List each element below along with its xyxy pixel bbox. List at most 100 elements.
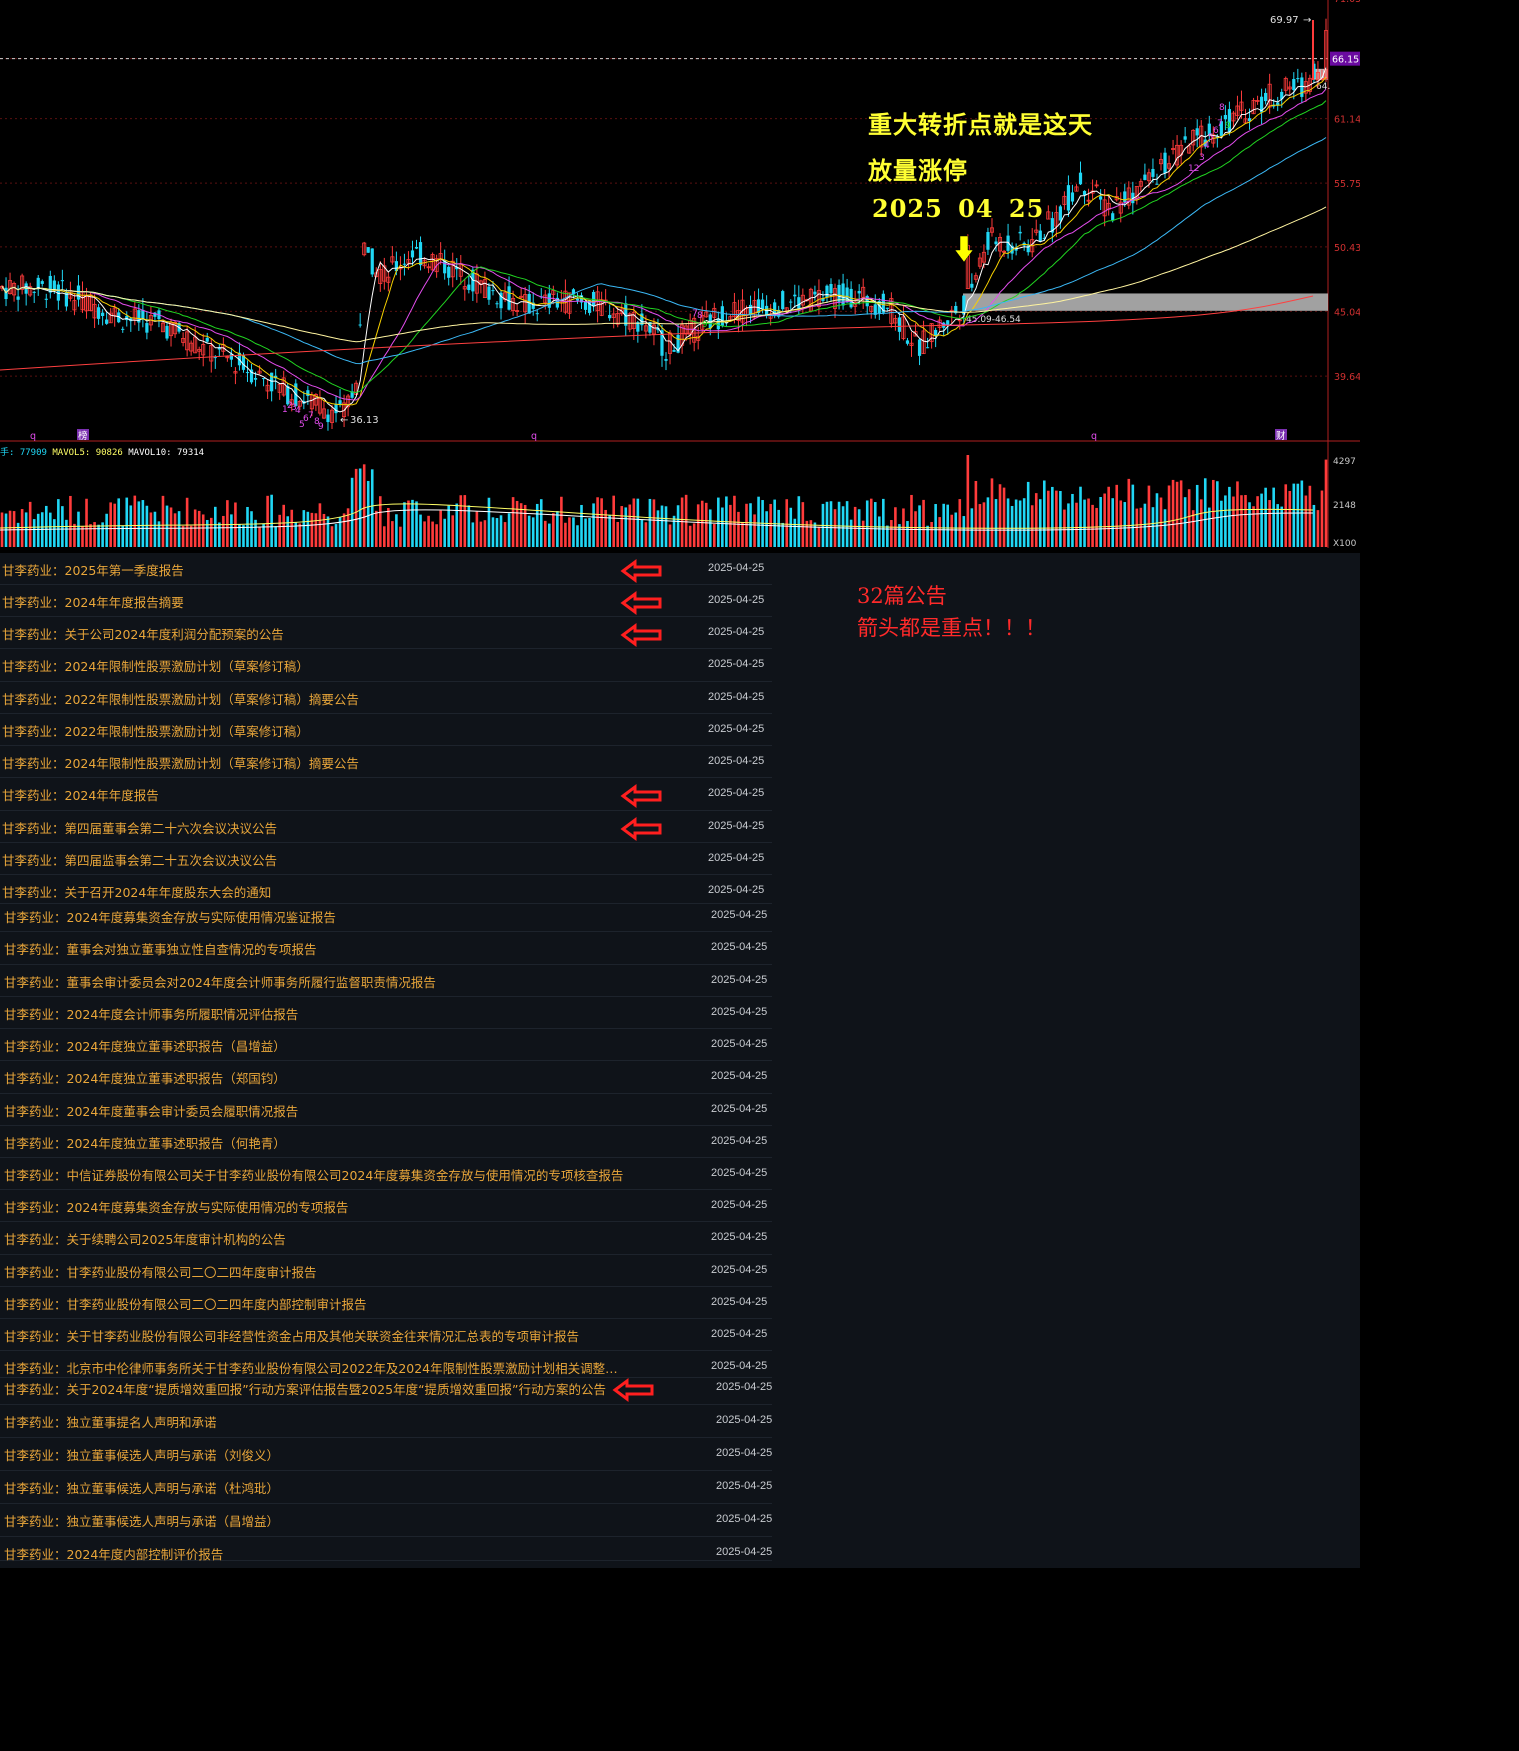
volume-bar <box>1228 486 1231 547</box>
volume-bar <box>1119 500 1123 547</box>
announcement-title[interactable]: 甘李药业：董事会对独立董事独立性自查情况的专项报告 <box>4 939 317 958</box>
announcement-title[interactable]: 甘李药业：2024年年度报告摘要 <box>2 592 184 611</box>
sequence-digit: 9 <box>318 422 324 432</box>
announcement-title[interactable]: 甘李药业：关于续聘公司2025年度审计机构的公告 <box>4 1229 286 1248</box>
announcement-row[interactable]: 甘李药业：2024年度独立董事述职报告（何艳青） 2025-04-25 <box>0 1126 772 1158</box>
announcement-title[interactable]: 甘李药业：第四届董事会第二十六次会议决议公告 <box>2 818 277 837</box>
volume-bar <box>302 510 306 547</box>
announcement-title[interactable]: 甘李药业：独立董事候选人声明与承诺（昌增益） <box>4 1511 279 1530</box>
volume-bar <box>415 501 418 547</box>
announcement-title[interactable]: 甘李药业：关于甘李药业股份有限公司非经营性资金占用及其他关联资金往来情况汇总表的… <box>4 1326 579 1345</box>
announcement-row[interactable]: 甘李药业：2022年限制性股票激励计划（草案修订稿）摘要公告 2025-04-25 <box>0 682 772 714</box>
candle-down <box>789 301 793 303</box>
volume-bar <box>906 521 909 547</box>
announcement-title[interactable]: 甘李药业：2024年限制性股票激励计划（草案修订稿） <box>2 656 309 675</box>
announcement-row[interactable]: 甘李药业：独立董事候选人声明与承诺（杜鸿玭） 2025-04-25 <box>0 1471 772 1504</box>
announcement-row[interactable]: 甘李药业：第四届董事会第二十六次会议决议公告 2025-04-25 <box>0 811 772 843</box>
stock-chart[interactable]: 61.14 55.75 50.43 45.04 39.64 66.15 71.05 45.09… <box>0 0 1360 548</box>
announcement-title[interactable]: 甘李药业：2024年度募集资金存放与实际使用情况的专项报告 <box>4 1197 348 1216</box>
volume-bar <box>652 499 656 547</box>
announcement-title[interactable]: 甘李药业：独立董事候选人声明与承诺（杜鸿玭） <box>4 1478 279 1497</box>
announcement-title[interactable]: 甘李药业：甘李药业股份有限公司二〇二四年度内部控制审计报告 <box>4 1294 367 1313</box>
announcement-row[interactable]: 甘李药业：2024年度会计师事务所履职情况评估报告 2025-04-25 <box>0 997 772 1029</box>
announcement-title[interactable]: 甘李药业：2022年限制性股票激励计划（草案修订稿） <box>2 721 309 740</box>
announcement-date: 2025-04-25 <box>716 1447 773 1459</box>
volume-bar <box>318 503 322 547</box>
volume-bar <box>354 468 358 547</box>
announcement-row[interactable]: 甘李药业：关于召开2024年年度股东大会的通知 2025-04-25 <box>0 875 772 904</box>
volume-bar <box>89 524 92 547</box>
candle-down <box>793 294 797 297</box>
candle-down <box>591 291 596 306</box>
volume-bar <box>745 503 748 547</box>
announcement-row[interactable]: 甘李药业：2024年度独立董事述职报告（昌增益） 2025-04-25 <box>0 1029 772 1061</box>
announcement-title[interactable]: 甘李药业：2024年度董事会审计委员会履职情况报告 <box>4 1101 298 1120</box>
announcement-row[interactable]: 甘李药业：2024年度募集资金存放与实际使用情况的专项报告 2025-04-25 <box>0 1190 772 1222</box>
announcement-row[interactable]: 甘李药业：2025年第一季度报告 2025-04-25 <box>0 553 772 585</box>
announcement-title[interactable]: 甘李药业：关于2024年度“提质增效重回报”行动方案评估报告暨2025年度“提质… <box>4 1379 606 1398</box>
announcement-row[interactable]: 甘李药业：2024年度内部控制评价报告 2025-04-25 <box>0 1537 772 1563</box>
announcement-title[interactable]: 甘李药业：2022年限制性股票激励计划（草案修订稿）摘要公告 <box>2 689 359 708</box>
candle-down <box>905 340 910 344</box>
volume-bar <box>958 499 962 547</box>
announcement-row[interactable]: 甘李药业：2024年度募集资金存放与实际使用情况鉴证报告 2025-04-25 <box>0 904 772 932</box>
volume-bar <box>28 501 32 547</box>
announcement-title[interactable]: 甘李药业：2024年度募集资金存放与实际使用情况鉴证报告 <box>4 907 336 926</box>
announcement-title[interactable]: 甘李药业：独立董事提名人声明和承诺 <box>4 1412 217 1431</box>
announcement-title[interactable]: 甘李药业：关于公司2024年度利润分配预案的公告 <box>2 624 284 643</box>
announcement-title[interactable]: 甘李药业：2024年度内部控制评价报告 <box>4 1544 223 1563</box>
announcement-row[interactable]: 甘李药业：独立董事候选人声明与承诺（刘俊义） 2025-04-25 <box>0 1438 772 1471</box>
announcement-row[interactable]: 甘李药业：2024年年度报告 2025-04-25 <box>0 778 772 811</box>
volume-bar <box>73 523 76 547</box>
announcement-title[interactable]: 甘李药业：2024年度会计师事务所履职情况评估报告 <box>4 1004 298 1023</box>
announcement-row[interactable]: 甘李药业：董事会审计委员会对2024年度会计师事务所履行监督职责情况报告 2025… <box>0 965 772 997</box>
announcement-row[interactable]: 甘李药业：中信证券股份有限公司关于甘李药业股份有限公司2024年度募集资金存放与… <box>0 1158 772 1190</box>
candle-down <box>1066 185 1071 211</box>
announcement-row[interactable]: 甘李药业：关于2024年度“提质增效重回报”行动方案评估报告暨2025年度“提质… <box>0 1378 772 1405</box>
announcement-title[interactable]: 甘李药业：第四届监事会第二十五次会议决议公告 <box>2 850 277 869</box>
announcement-row[interactable]: 甘李药业：董事会对独立董事独立性自查情况的专项报告 2025-04-25 <box>0 932 772 965</box>
announcement-row[interactable]: 甘李药业：甘李药业股份有限公司二〇二四年度审计报告 2025-04-25 <box>0 1255 772 1287</box>
announcement-title[interactable]: 甘李药业：2024年限制性股票激励计划（草案修订稿）摘要公告 <box>2 753 359 772</box>
announcement-row[interactable]: 甘李药业：关于续聘公司2025年度审计机构的公告 2025-04-25 <box>0 1222 772 1255</box>
announcement-row[interactable]: 甘李药业：独立董事候选人声明与承诺（昌增益） 2025-04-25 <box>0 1504 772 1537</box>
announcement-title[interactable]: 甘李药业：独立董事候选人声明与承诺（刘俊义） <box>4 1445 279 1464</box>
volume-bar <box>298 523 302 547</box>
volume-tick-label: X100 <box>1333 539 1357 548</box>
announcement-row[interactable]: 甘李药业：2024年年度报告摘要 2025-04-25 <box>0 585 772 617</box>
announcement-title[interactable]: 甘李药业：中信证券股份有限公司关于甘李药业股份有限公司2024年度募集资金存放与… <box>4 1165 623 1184</box>
announcement-title[interactable]: 甘李药业：2024年度独立董事述职报告（郑国钧） <box>4 1068 286 1087</box>
volume-bar <box>640 519 644 547</box>
volume-bar <box>463 495 467 547</box>
announcement-row[interactable]: 甘李药业：2024年限制性股票激励计划（草案修订稿） 2025-04-25 <box>0 649 772 682</box>
announcement-row[interactable]: 甘李药业：关于甘李药业股份有限公司非经营性资金占用及其他关联资金往来情况汇总表的… <box>0 1319 772 1351</box>
announcement-row[interactable]: 甘李药业：第四届监事会第二十五次会议决议公告 2025-04-25 <box>0 843 772 875</box>
volume-bar <box>817 526 821 547</box>
announcement-title[interactable]: 甘李药业：关于召开2024年年度股东大会的通知 <box>2 882 271 901</box>
announcement-title[interactable]: 甘李药业：甘李药业股份有限公司二〇二四年度审计报告 <box>4 1262 317 1281</box>
candle-down <box>970 283 974 288</box>
announcement-title[interactable]: 甘李药业：2024年度独立董事述职报告（昌增益） <box>4 1036 286 1055</box>
volume-bar <box>777 509 780 547</box>
candle-down <box>507 286 511 310</box>
announcement-row[interactable]: 甘李药业：2024年度董事会审计委员会履职情况报告 2025-04-25 <box>0 1094 772 1126</box>
announcement-title[interactable]: 甘李药业：2024年度独立董事述职报告（何艳青） <box>4 1133 286 1152</box>
volume-bar <box>994 499 998 547</box>
announcement-row[interactable]: 甘李药业：甘李药业股份有限公司二〇二四年度内部控制审计报告 2025-04-25 <box>0 1287 772 1319</box>
candlestick-chart-svg[interactable]: 61.14 55.75 50.43 45.04 39.64 66.15 71.05 45.09… <box>0 0 1360 548</box>
volume-bar <box>278 514 281 547</box>
volume-bar <box>592 503 595 547</box>
announcement-row[interactable]: 甘李药业：关于公司2024年度利润分配预案的公告 2025-04-25 <box>0 617 772 649</box>
announcement-title[interactable]: 甘李药业：董事会审计委员会对2024年度会计师事务所履行监督职责情况报告 <box>4 972 436 991</box>
announcement-title[interactable]: 甘李药业：2024年年度报告 <box>2 785 159 804</box>
announcement-title[interactable]: 甘李药业：北京市中伦律师事务所关于甘李药业股份有限公司2022年及2024年限制… <box>4 1358 624 1377</box>
announcement-row[interactable]: 甘李药业：2024年限制性股票激励计划（草案修订稿）摘要公告 2025-04-25 <box>0 746 772 778</box>
announcement-row[interactable]: 甘李药业：独立董事提名人声明和承诺 2025-04-25 <box>0 1405 772 1438</box>
announcement-row[interactable]: 甘李药业：2022年限制性股票激励计划（草案修订稿） 2025-04-25 <box>0 714 772 746</box>
note-arrow-hint: 箭头都是重点！！！ <box>857 616 1046 640</box>
volume-bar <box>882 498 885 547</box>
announcement-row[interactable]: 甘李药业：2024年度独立董事述职报告（郑国钧） 2025-04-25 <box>0 1061 772 1094</box>
announcement-row[interactable]: 甘李药业：北京市中伦律师事务所关于甘李药业股份有限公司2022年及2024年限制… <box>0 1351 772 1378</box>
ma5-line <box>1 67 1327 413</box>
announcement-title[interactable]: 甘李药业：2025年第一季度报告 <box>2 560 184 579</box>
